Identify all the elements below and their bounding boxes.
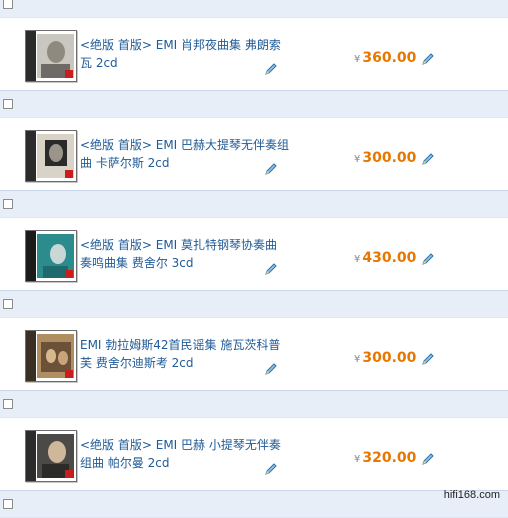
pencil-icon[interactable] xyxy=(264,362,278,376)
list-item: <绝版 首版> EMI 巴赫大提琴无伴奏组曲 卡萨尔斯 2cd ¥300.00 xyxy=(0,118,508,190)
list-item: <绝版 首版> EMI 莫扎特钢琴协奏曲 奏鸣曲集 费舍尔 3cd ¥430.0… xyxy=(0,218,508,290)
price-value: 430.00 xyxy=(362,250,417,266)
pencil-icon[interactable] xyxy=(421,352,435,366)
list-item: <绝版 首版> EMI 巴赫 小提琴无伴奏组曲 帕尔曼 2cd ¥320.00 xyxy=(0,418,508,490)
price-value: 320.00 xyxy=(362,450,417,466)
pencil-icon[interactable] xyxy=(264,162,278,176)
price-value: 360.00 xyxy=(362,50,417,66)
list-item: <绝版 首版> EMI 肖邦夜曲集 弗朗索瓦 2cd ¥360.00 xyxy=(0,18,508,90)
pencil-icon[interactable] xyxy=(421,52,435,66)
select-checkbox[interactable] xyxy=(3,299,13,309)
price: ¥320.00 xyxy=(354,450,417,466)
price: ¥300.00 xyxy=(354,350,417,366)
select-checkbox[interactable] xyxy=(3,99,13,109)
pencil-icon[interactable] xyxy=(421,252,435,266)
album-cover-thumbnail[interactable] xyxy=(25,30,77,82)
pencil-icon[interactable] xyxy=(264,62,278,76)
album-cover-thumbnail[interactable] xyxy=(25,130,77,182)
watermark: hifi168.com xyxy=(443,489,500,501)
row-separator xyxy=(0,190,508,218)
product-list: <绝版 首版> EMI 肖邦夜曲集 弗朗索瓦 2cd ¥360.00 <绝版 首… xyxy=(0,0,508,518)
price-value: 300.00 xyxy=(362,150,417,166)
row-separator xyxy=(0,490,508,518)
currency-symbol: ¥ xyxy=(354,254,361,265)
pencil-icon[interactable] xyxy=(264,462,278,476)
select-checkbox[interactable] xyxy=(3,499,13,509)
row-separator xyxy=(0,290,508,318)
pencil-icon[interactable] xyxy=(421,452,435,466)
select-checkbox[interactable] xyxy=(3,199,13,209)
album-cover-thumbnail[interactable] xyxy=(25,230,77,282)
row-separator xyxy=(0,90,508,118)
product-title-link[interactable]: <绝版 首版> EMI 巴赫 小提琴无伴奏组曲 帕尔曼 2cd xyxy=(80,436,290,472)
currency-symbol: ¥ xyxy=(354,354,361,365)
product-title-link[interactable]: <绝版 首版> EMI 巴赫大提琴无伴奏组曲 卡萨尔斯 2cd xyxy=(80,136,290,172)
price-value: 300.00 xyxy=(362,350,417,366)
row-separator xyxy=(0,390,508,418)
price: ¥300.00 xyxy=(354,150,417,166)
list-item: EMI 勃拉姆斯42首民谣集 施瓦茨科普芙 费舍尔迪斯考 2cd ¥300.00 xyxy=(0,318,508,390)
currency-symbol: ¥ xyxy=(354,54,361,65)
currency-symbol: ¥ xyxy=(354,154,361,165)
album-cover-thumbnail[interactable] xyxy=(25,330,77,382)
row-separator xyxy=(0,0,508,18)
currency-symbol: ¥ xyxy=(354,454,361,465)
price: ¥430.00 xyxy=(354,250,417,266)
select-checkbox[interactable] xyxy=(3,0,13,9)
select-checkbox[interactable] xyxy=(3,399,13,409)
pencil-icon[interactable] xyxy=(421,152,435,166)
product-title-link[interactable]: <绝版 首版> EMI 莫扎特钢琴协奏曲 奏鸣曲集 费舍尔 3cd xyxy=(80,236,290,272)
pencil-icon[interactable] xyxy=(264,262,278,276)
product-title-link[interactable]: EMI 勃拉姆斯42首民谣集 施瓦茨科普芙 费舍尔迪斯考 2cd xyxy=(80,336,290,372)
price: ¥360.00 xyxy=(354,50,417,66)
album-cover-thumbnail[interactable] xyxy=(25,430,77,482)
product-title-link[interactable]: <绝版 首版> EMI 肖邦夜曲集 弗朗索瓦 2cd xyxy=(80,36,290,72)
